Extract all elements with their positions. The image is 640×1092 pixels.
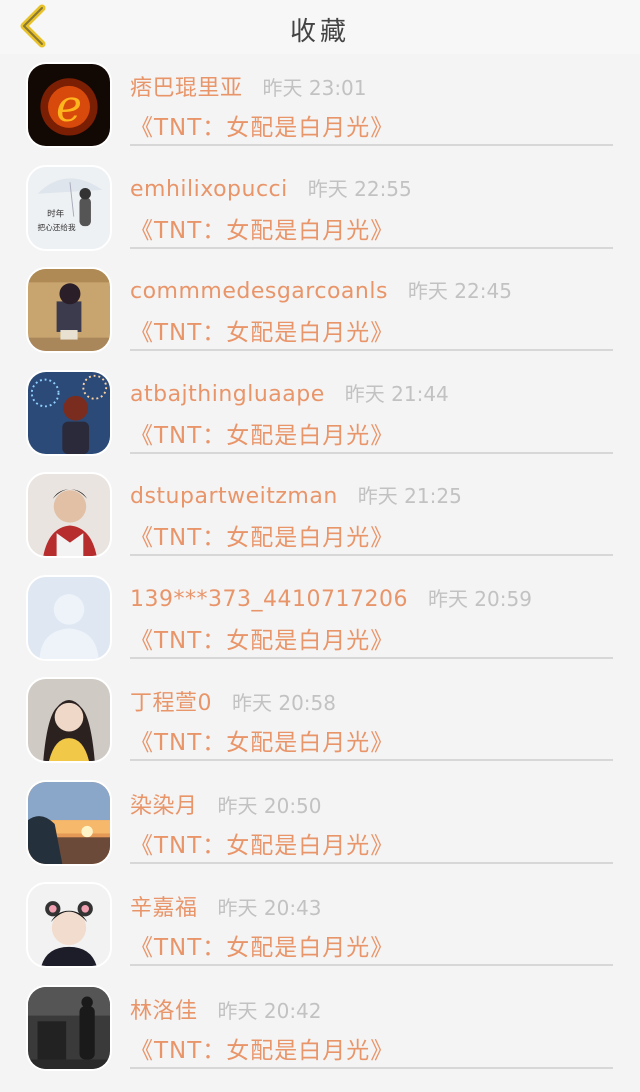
- name-line: 林洛佳 昨天 20:42: [130, 993, 322, 1027]
- name-line: 139***373_4410717206 昨天 20:59: [130, 583, 532, 617]
- avatar[interactable]: [26, 882, 112, 968]
- timestamp: 昨天 20:59: [427, 586, 532, 611]
- boy-ears-avatar: [28, 884, 110, 966]
- name-line: 染染月 昨天 20:50: [130, 788, 322, 822]
- girl-yellow-shirt-avatar: [28, 679, 110, 761]
- default-user-avatar: [28, 576, 110, 659]
- timestamp: 昨天 20:42: [217, 998, 322, 1023]
- umbrella-girl-avatar: 时年把心还给我: [28, 166, 110, 249]
- divider: [130, 759, 613, 761]
- divider: [130, 861, 613, 864]
- favorite-title[interactable]: 《TNT：女配是白月光》: [130, 1031, 394, 1065]
- favorite-title[interactable]: 《TNT：女配是白月光》: [130, 211, 394, 245]
- favorite-title[interactable]: 《TNT：女配是白月光》: [130, 313, 394, 347]
- fireworks-anime-avatar: [28, 371, 110, 454]
- divider: [130, 656, 613, 659]
- favorite-title[interactable]: 《TNT：女配是白月光》: [130, 621, 394, 655]
- timestamp: 昨天 21:44: [344, 381, 449, 406]
- dark-room-avatar: [28, 986, 110, 1069]
- list-item[interactable]: dstupartweitzman 昨天 21:25 《TNT：女配是白月光》: [0, 464, 640, 567]
- name-line: commmedesgarcoanls 昨天 22:45: [130, 275, 512, 309]
- list-item[interactable]: 时年把心还给我 emhilixopucci 昨天 22:55 《TNT：女配是白月光》: [0, 157, 640, 260]
- svg-text:e: e: [56, 81, 82, 132]
- avatar[interactable]: [26, 574, 112, 661]
- name-line: emhilixopucci 昨天 22:55: [130, 173, 412, 207]
- user-name[interactable]: 辛嘉福: [130, 890, 198, 922]
- name-line: dstupartweitzman 昨天 21:25: [130, 480, 462, 514]
- list-item[interactable]: 林洛佳 昨天 20:42 《TNT：女配是白月光》: [0, 977, 640, 1080]
- list-item[interactable]: atbajthingluaape 昨天 21:44 《TNT：女配是白月光》: [0, 362, 640, 465]
- list-item[interactable]: commmedesgarcoanls 昨天 22:45 《TNT：女配是白月光》: [0, 259, 640, 362]
- timestamp: 昨天 23:01: [262, 76, 367, 100]
- user-name[interactable]: 痞巴琨里亚: [130, 70, 243, 102]
- avatar[interactable]: [26, 369, 112, 456]
- user-name[interactable]: 139***373_4410717206: [130, 587, 408, 612]
- avatar[interactable]: 时年 把心还给我: [26, 164, 112, 251]
- avatar[interactable]: [26, 267, 112, 353]
- favorite-title[interactable]: 《TNT：女配是白月光》: [130, 826, 394, 860]
- divider: [130, 349, 613, 351]
- name-line: 痞巴琨里亚 昨天 23:01: [130, 70, 367, 104]
- name-line: 丁程萱0 昨天 20:58: [130, 685, 336, 719]
- avatar[interactable]: [26, 472, 112, 558]
- user-name[interactable]: emhilixopucci: [130, 177, 288, 202]
- name-line: 辛嘉福 昨天 20:43: [130, 890, 322, 924]
- user-name[interactable]: commmedesgarcoanls: [130, 279, 388, 304]
- user-name[interactable]: 林洛佳: [130, 993, 198, 1025]
- avatar[interactable]: [26, 984, 112, 1071]
- name-line: atbajthingluaape 昨天 21:44: [130, 378, 449, 412]
- avatar[interactable]: [26, 779, 112, 866]
- svg-text:把心还给我: 把心还给我: [38, 221, 76, 231]
- anime-figure-avatar: [28, 269, 110, 351]
- divider: [130, 1066, 613, 1069]
- list-item[interactable]: 染染月 昨天 20:50 《TNT：女配是白月光》: [0, 772, 640, 875]
- favorite-title[interactable]: 《TNT：女配是白月光》: [130, 416, 394, 450]
- page-title: 收藏: [289, 17, 350, 47]
- timestamp: 昨天 22:55: [307, 176, 412, 201]
- user-name[interactable]: atbajthingluaape: [130, 382, 325, 407]
- favorite-title[interactable]: 《TNT：女配是白月光》: [130, 928, 394, 962]
- timestamp: 昨天 20:43: [217, 896, 322, 920]
- divider: [130, 964, 613, 966]
- sunset-silhouette-avatar: [28, 781, 110, 864]
- divider: [130, 554, 613, 556]
- list-item[interactable]: 辛嘉福 昨天 20:43 《TNT：女配是白月光》: [0, 874, 640, 977]
- avatar[interactable]: [26, 677, 112, 763]
- timestamp: 昨天 22:45: [407, 279, 512, 303]
- favorites-list: e 痞巴琨里亚 昨天 23:01 《TNT：女配是白月光》 时年 把心还给我 emhilix…: [0, 54, 640, 1079]
- timestamp: 昨天 20:58: [232, 691, 336, 715]
- timestamp: 昨天 21:25: [357, 484, 462, 508]
- list-item[interactable]: e 痞巴琨里亚 昨天 23:01 《TNT：女配是白月光》: [0, 54, 640, 157]
- list-item[interactable]: 139***373_4410717206 昨天 20:59 《TNT：女配是白月光》: [0, 567, 640, 670]
- divider: [130, 246, 613, 249]
- svg-text:时年: 时年: [47, 207, 65, 219]
- user-name[interactable]: 丁程萱0: [130, 685, 212, 717]
- divider: [130, 451, 613, 454]
- avatar[interactable]: e: [26, 62, 112, 148]
- favorite-title[interactable]: 《TNT：女配是白月光》: [130, 518, 394, 552]
- fire-letter-avatar: e: [28, 64, 110, 146]
- timestamp: 昨天 20:50: [217, 793, 322, 818]
- favorite-title[interactable]: 《TNT：女配是白月光》: [130, 108, 394, 142]
- favorite-title[interactable]: 《TNT：女配是白月光》: [130, 723, 394, 757]
- top-bar: 收藏: [0, 0, 640, 54]
- divider: [130, 144, 613, 146]
- young-man-portrait-avatar: [28, 474, 110, 556]
- user-name[interactable]: 染染月: [130, 788, 198, 820]
- user-name[interactable]: dstupartweitzman: [130, 484, 338, 509]
- list-item[interactable]: 丁程萱0 昨天 20:58 《TNT：女配是白月光》: [0, 669, 640, 772]
